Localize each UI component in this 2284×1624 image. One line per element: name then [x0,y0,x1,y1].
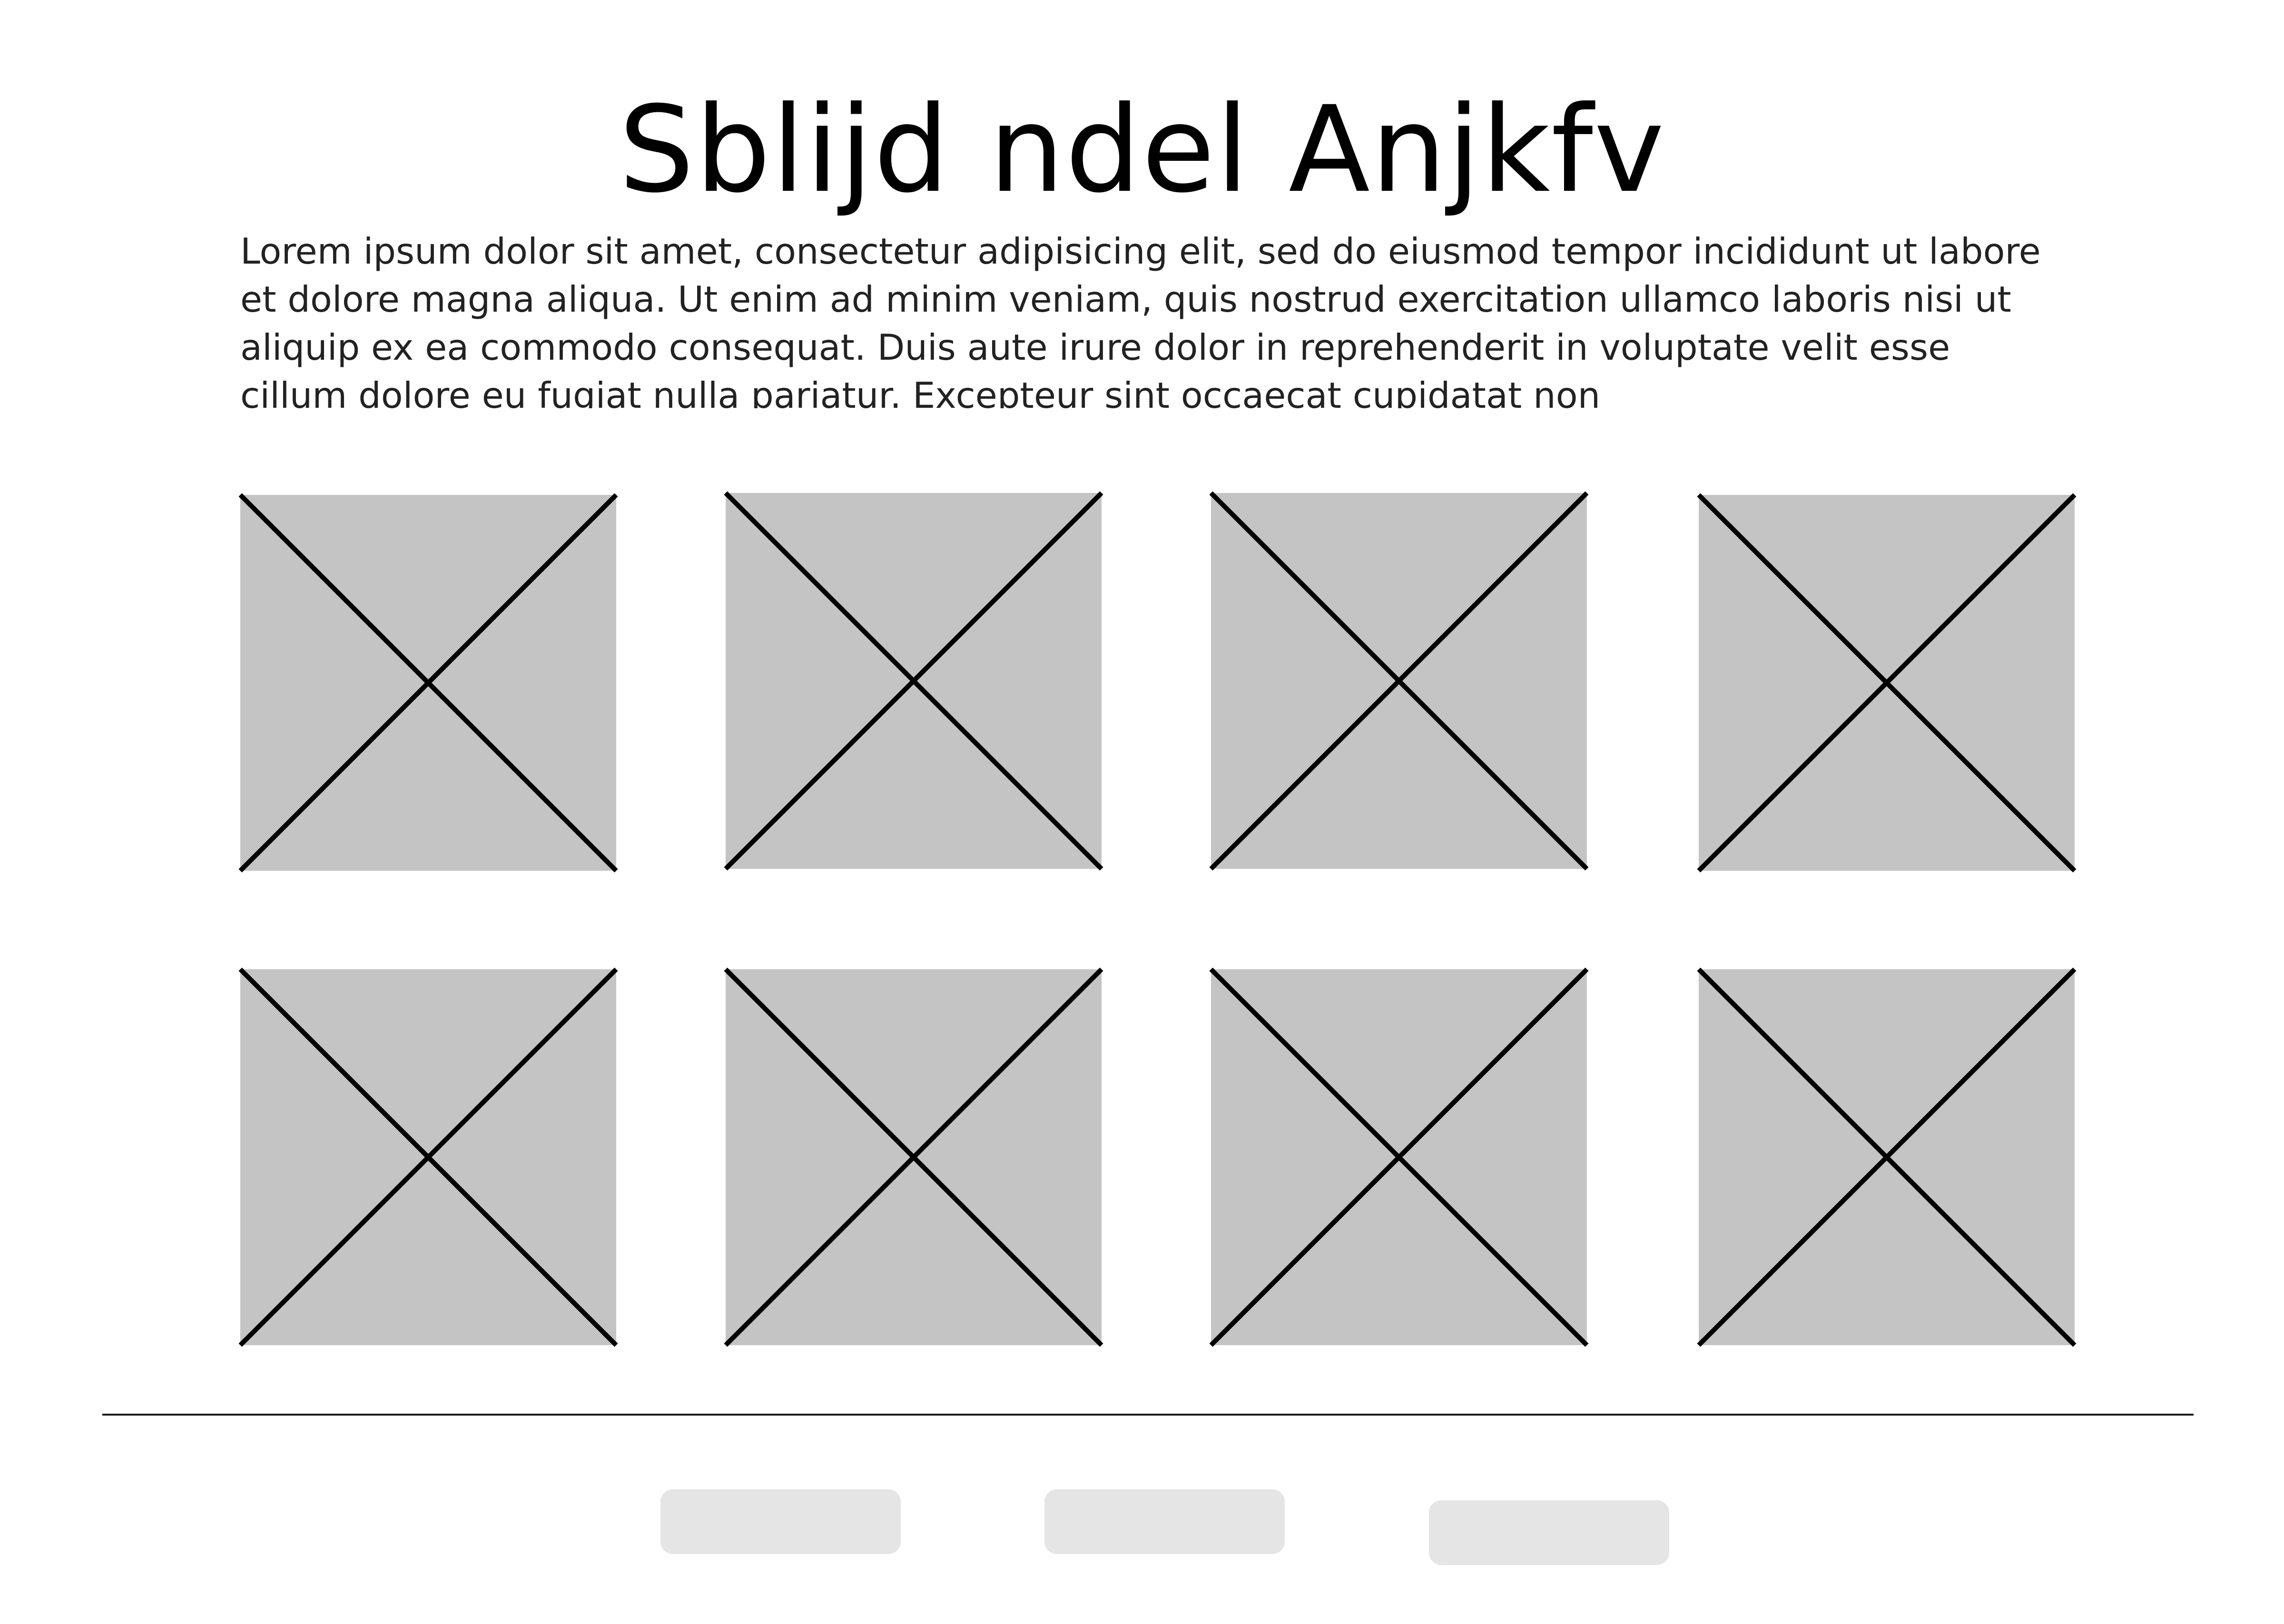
image-placeholder[interactable] [238,967,618,1347]
footer-button-1[interactable] [660,1489,901,1554]
image-placeholder-icon [1697,967,2077,1347]
image-placeholder[interactable] [1209,491,1589,871]
image-placeholder-icon [238,493,618,873]
image-placeholder-icon [1209,491,1589,871]
image-placeholder[interactable] [238,493,618,873]
image-placeholder-icon [724,491,1103,871]
image-placeholder[interactable] [724,967,1103,1347]
intro-paragraph: Lorem ipsum dolor sit amet, consectetur … [240,230,2041,408]
footer-divider [102,1414,2194,1416]
image-placeholder[interactable] [1697,967,2077,1347]
image-placeholder-icon [1209,967,1589,1347]
image-placeholder-icon [1697,493,2077,873]
page-title: Sblijd ndel Anjkfv [619,80,1665,219]
image-placeholder[interactable] [1209,967,1589,1347]
footer-button-3[interactable] [1429,1500,1669,1565]
image-placeholder-icon [724,967,1103,1347]
footer-button-2[interactable] [1044,1489,1285,1554]
image-placeholder-icon [238,967,618,1347]
image-placeholder[interactable] [1697,493,2077,873]
image-placeholder[interactable] [724,491,1103,871]
